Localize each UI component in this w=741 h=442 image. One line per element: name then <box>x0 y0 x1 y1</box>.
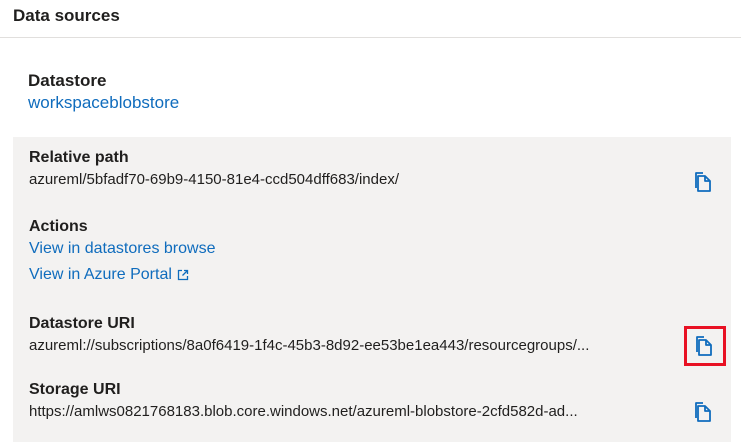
datastore-uri-value: azureml://subscriptions/8a0f6419-1f4c-45… <box>29 337 590 354</box>
datastores-browse-link[interactable]: View in datastores browse <box>29 238 215 260</box>
datastore-uri-label: Datastore URI <box>29 315 135 332</box>
copy-relative-path-button[interactable] <box>691 169 717 195</box>
datastore-block: Datastore workspaceblobstore <box>28 70 179 114</box>
azure-portal-link-label: View in Azure Portal <box>29 266 172 283</box>
section-header: Data sources <box>0 0 741 38</box>
section-title: Data sources <box>13 6 120 25</box>
actions-label: Actions <box>29 218 88 235</box>
relative-path-value: azureml/5bfadf70-69b9-4150-81e4-ccd504df… <box>29 171 399 188</box>
azure-portal-link[interactable]: View in Azure Portal <box>29 264 189 286</box>
details-panel: Relative path azureml/5bfadf70-69b9-4150… <box>13 137 731 442</box>
datastore-label: Datastore <box>28 71 107 90</box>
actions-field: Actions View in datastores browse View i… <box>29 216 215 286</box>
copy-icon <box>695 172 711 192</box>
storage-uri-label: Storage URI <box>29 381 121 398</box>
external-link-icon <box>177 269 189 280</box>
relative-path-field: Relative path azureml/5bfadf70-69b9-4150… <box>29 147 399 191</box>
copy-icon <box>696 336 712 356</box>
copy-icon <box>695 402 711 422</box>
copy-storage-uri-button[interactable] <box>691 399 717 425</box>
storage-uri-value: https://amlws0821768183.blob.core.window… <box>29 403 578 420</box>
relative-path-label: Relative path <box>29 149 129 166</box>
copy-datastore-uri-button[interactable] <box>684 326 726 366</box>
storage-uri-field: Storage URI https://amlws0821768183.blob… <box>29 379 669 423</box>
datastore-link[interactable]: workspaceblobstore <box>28 92 179 114</box>
datastore-uri-field: Datastore URI azureml://subscriptions/8a… <box>29 313 669 357</box>
